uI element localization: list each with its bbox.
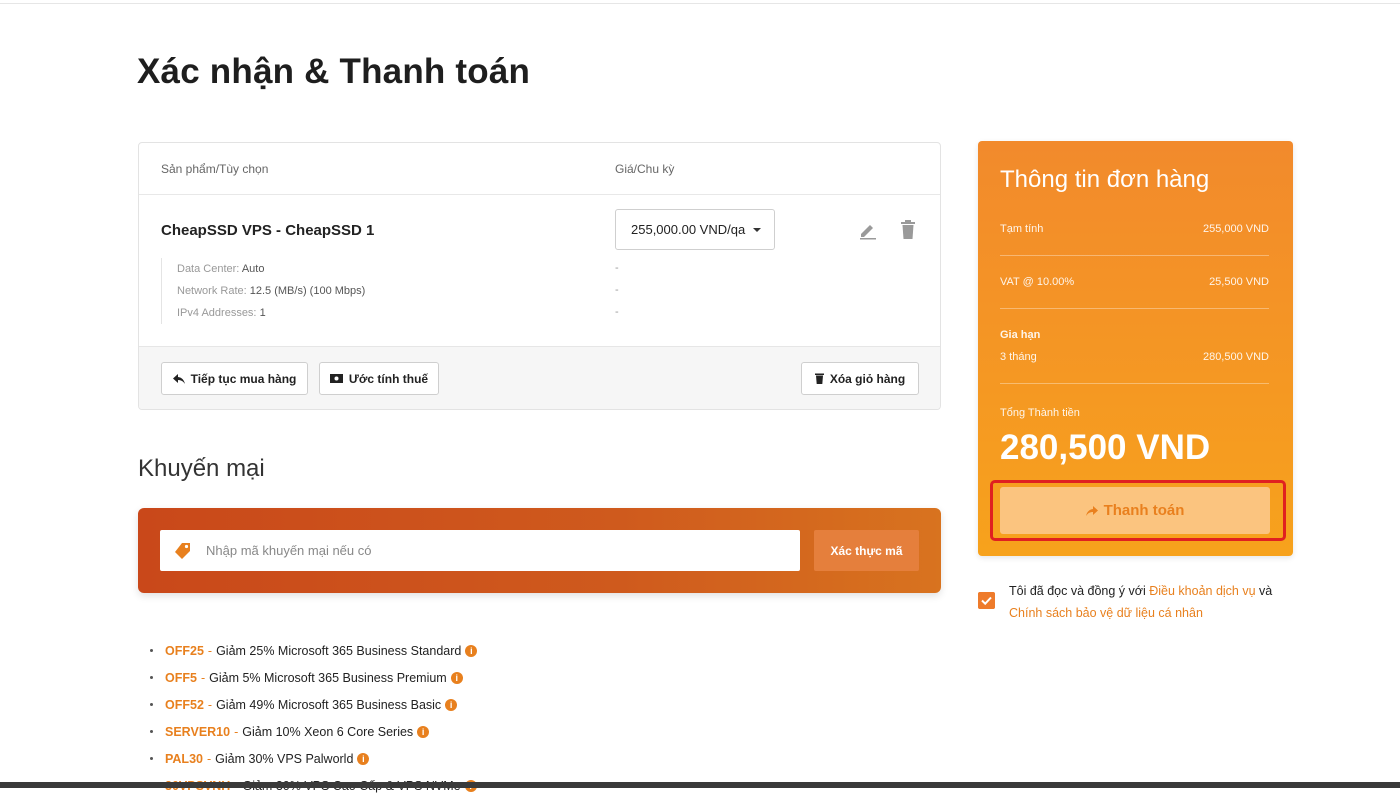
edit-icon[interactable] bbox=[858, 220, 878, 240]
option-row: IPv4 Addresses: 1 bbox=[177, 302, 365, 324]
info-icon[interactable]: i bbox=[445, 698, 458, 711]
option-value: Auto bbox=[241, 263, 265, 275]
info-icon[interactable]: i bbox=[465, 644, 478, 657]
coupon-code[interactable]: PAL30 bbox=[165, 749, 203, 769]
coupon-item: OFF52- Giảm 49% Microsoft 365 Business Ba… bbox=[150, 691, 477, 718]
renewal-row: 3 tháng 280,500 VND bbox=[1000, 351, 1269, 363]
option-price: - bbox=[615, 262, 619, 274]
separator: - bbox=[207, 697, 213, 712]
cart-footer: Tiếp tục mua hàng Ước tính thuế Xóa giỏ … bbox=[139, 346, 940, 409]
reply-arrow-icon bbox=[172, 373, 185, 384]
vat-label: VAT @ 10.00% bbox=[1000, 276, 1075, 288]
subtotal-row: Tạm tính 255,000 VND bbox=[1000, 223, 1269, 235]
coupon-description: Giảm 25% Microsoft 365 Business Standard bbox=[216, 643, 462, 658]
continue-shopping-label: Tiếp tục mua hàng bbox=[190, 371, 297, 386]
separator: - bbox=[206, 751, 212, 766]
coupon-description: Giảm 30% VPS Palworld bbox=[215, 751, 354, 766]
option-row: Network Rate: 12.5 (MB/s) (100 Mbps) bbox=[177, 280, 365, 302]
page-title: Xác nhận & Thanh toán bbox=[137, 52, 531, 91]
total-value: 280,500 VND bbox=[1000, 428, 1211, 467]
option-value: 1 bbox=[259, 307, 266, 319]
renewal-label-row: Gia hạn bbox=[1000, 329, 1269, 341]
share-arrow-icon bbox=[1085, 505, 1098, 516]
clear-cart-label: Xóa giỏ hàng bbox=[829, 371, 906, 386]
bullet bbox=[150, 649, 153, 652]
coupon-list: OFF25- Giảm 25% Microsoft 365 Business St… bbox=[150, 637, 478, 799]
info-icon[interactable]: i bbox=[417, 725, 430, 738]
coupon-item: OFF5- Giảm 5% Microsoft 365 Business Prem… bbox=[150, 664, 477, 691]
bullet bbox=[150, 676, 153, 679]
total-label: Tổng Thành tiền bbox=[1000, 407, 1080, 419]
coupon-code[interactable]: SERVER10 bbox=[165, 722, 230, 742]
subtotal-label: Tạm tính bbox=[1000, 223, 1044, 235]
checkout-label: Thanh toán bbox=[1103, 502, 1185, 519]
caret-down-icon bbox=[753, 227, 762, 232]
top-divider bbox=[0, 3, 1400, 4]
verify-code-button[interactable]: Xác thực mã bbox=[814, 530, 919, 571]
product-name: CheapSSD VPS - CheapSSD 1 bbox=[161, 222, 375, 239]
column-header-price: Giá/Chu kỳ bbox=[615, 162, 675, 176]
renewal-label: Gia hạn bbox=[1000, 329, 1041, 341]
option-label: IPv4 Addresses: bbox=[177, 307, 257, 319]
promo-input-wrapper bbox=[160, 530, 800, 571]
vat-row: VAT @ 10.00% 25,500 VND bbox=[1000, 276, 1269, 288]
trash-icon[interactable] bbox=[900, 220, 916, 240]
summary-divider bbox=[1000, 308, 1269, 309]
trash-icon bbox=[814, 373, 824, 384]
order-summary-title: Thông tin đơn hàng bbox=[1000, 166, 1210, 193]
subtotal-value: 255,000 VND bbox=[1202, 223, 1269, 235]
estimate-tax-button[interactable]: Ước tính thuế bbox=[319, 362, 439, 395]
info-icon[interactable]: i bbox=[450, 671, 463, 684]
separator: - bbox=[234, 724, 239, 739]
option-row: Data Center: Auto bbox=[177, 258, 365, 280]
separator: - bbox=[200, 670, 206, 685]
column-header-product: Sản phẩm/Tùy chọn bbox=[161, 162, 269, 176]
coupon-code[interactable]: OFF5 bbox=[165, 668, 197, 688]
tag-icon bbox=[175, 543, 190, 559]
cart-panel: Sản phẩm/Tùy chọn Giá/Chu kỳ CheapSSD VP… bbox=[138, 142, 941, 410]
agreement-prefix: Tôi đã đọc và đồng ý với bbox=[1009, 584, 1146, 598]
renewal-amount: 280,500 VND bbox=[1202, 351, 1269, 363]
coupon-item: PAL30- Giảm 30% VPS Palworld i bbox=[150, 745, 477, 772]
money-icon bbox=[329, 374, 343, 383]
cart-header: Sản phẩm/Tùy chọn Giá/Chu kỳ bbox=[139, 143, 940, 195]
agreement-text: Tôi đã đọc và đồng ý với Điều khoản dịch… bbox=[1009, 580, 1299, 624]
promo-code-input[interactable] bbox=[206, 530, 786, 571]
separator: - bbox=[207, 643, 213, 658]
coupon-item: SERVER10- Giảm 10% Xeon 6 Core Series i bbox=[150, 718, 477, 745]
option-price: - bbox=[615, 284, 619, 296]
vat-value: 25,500 VND bbox=[1209, 276, 1269, 288]
option-price: - bbox=[615, 306, 619, 318]
continue-shopping-button[interactable]: Tiếp tục mua hàng bbox=[161, 362, 308, 395]
coupon-code[interactable]: OFF52 bbox=[165, 695, 204, 715]
estimate-tax-label: Ước tính thuế bbox=[348, 371, 429, 386]
summary-divider bbox=[1000, 383, 1269, 384]
coupon-code[interactable]: OFF25 bbox=[165, 641, 204, 661]
option-value: 12.5 (MB/s) (100 Mbps) bbox=[249, 285, 366, 297]
billing-cycle-value: 255,000.00 VND/qa bbox=[631, 222, 746, 237]
coupon-description: Giảm 5% Microsoft 365 Business Premium bbox=[209, 670, 447, 685]
checkout-button[interactable]: Thanh toán bbox=[1000, 487, 1270, 534]
coupon-item: OFF25- Giảm 25% Microsoft 365 Business St… bbox=[150, 637, 478, 664]
agreement-and: và bbox=[1259, 584, 1273, 598]
option-label: Data Center: bbox=[177, 263, 240, 275]
option-label: Network Rate: bbox=[177, 285, 247, 297]
bullet bbox=[150, 730, 153, 733]
promo-box: Xác thực mã bbox=[138, 508, 941, 593]
coupon-description: Giảm 49% Microsoft 365 Business Basic bbox=[216, 697, 442, 712]
terms-link[interactable]: Điều khoản dịch vụ bbox=[1149, 584, 1255, 598]
privacy-policy-link[interactable]: Chính sách bảo vệ dữ liệu cá nhân bbox=[1009, 606, 1203, 620]
bottom-bar bbox=[0, 782, 1400, 788]
bullet bbox=[150, 757, 153, 760]
billing-cycle-select[interactable]: 255,000.00 VND/qa bbox=[615, 209, 775, 250]
coupon-description: Giảm 10% Xeon 6 Core Series bbox=[242, 724, 414, 739]
product-options: Data Center: Auto Network Rate: 12.5 (MB… bbox=[161, 258, 365, 324]
summary-divider bbox=[1000, 255, 1269, 256]
info-icon[interactable]: i bbox=[357, 752, 370, 765]
promo-title: Khuyến mại bbox=[138, 455, 265, 482]
agree-checkbox[interactable] bbox=[978, 592, 995, 609]
bullet bbox=[150, 703, 153, 706]
clear-cart-button[interactable]: Xóa giỏ hàng bbox=[801, 362, 919, 395]
renewal-period: 3 tháng bbox=[1000, 351, 1037, 363]
